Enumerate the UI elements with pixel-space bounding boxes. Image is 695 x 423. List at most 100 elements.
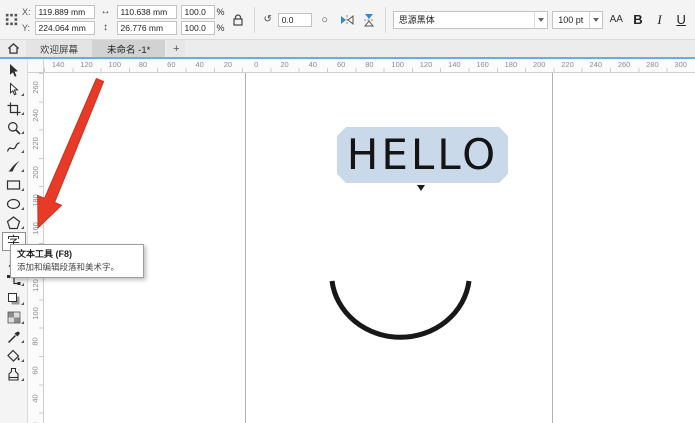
rotate-icon: ↺ xyxy=(262,13,274,27)
font-size-value: 100 pt xyxy=(558,15,589,25)
rotation-angle-input[interactable] xyxy=(278,13,312,27)
ruler-number: 60 xyxy=(327,59,355,72)
ruler-number: 40 xyxy=(185,59,213,72)
paint-bucket-icon xyxy=(6,349,21,363)
mirror-vertical-button[interactable] xyxy=(360,11,378,29)
italic-button[interactable]: I xyxy=(651,10,669,30)
position-labels: X: Y: xyxy=(22,5,31,35)
ruler-number-slot: 260 xyxy=(28,73,43,101)
font-family-combo[interactable]: 思源黑体 xyxy=(393,11,548,29)
ruler-number-slot: 200 xyxy=(28,158,43,186)
interactive-fill-tool[interactable] xyxy=(2,346,26,365)
crop-tool[interactable] xyxy=(2,99,26,118)
ruler-number-slot: 180 xyxy=(28,186,43,214)
freehand-tool[interactable] xyxy=(2,137,26,156)
ruler-corner[interactable] xyxy=(28,59,44,73)
rectangle-tool[interactable] xyxy=(2,175,26,194)
text-properties-button[interactable]: AA xyxy=(607,10,625,30)
ellipse-icon xyxy=(6,197,21,211)
y-label: Y: xyxy=(22,21,31,35)
ruler-number: 140 xyxy=(44,59,72,72)
home-button[interactable] xyxy=(0,40,26,57)
brush-stroke-icon xyxy=(7,159,21,173)
property-bar: X: Y: ↔ ↕ % % xyxy=(0,0,695,40)
scale-horizontal-input[interactable] xyxy=(181,5,215,19)
ruler-number: 280 xyxy=(638,59,666,72)
y-position-input[interactable] xyxy=(35,21,95,35)
tab-label: 未命名 -1* xyxy=(107,42,150,56)
x-position-input[interactable] xyxy=(35,5,95,19)
tab-welcome-screen[interactable]: 欢迎屏幕 xyxy=(26,40,93,57)
ruler-number: 180 xyxy=(497,59,525,72)
rotation-center-button[interactable]: ○ xyxy=(316,11,334,29)
underline-button[interactable]: U xyxy=(672,10,690,30)
artistic-media-tool[interactable] xyxy=(2,156,26,175)
chevron-down-icon xyxy=(589,12,602,28)
ruler-number-slot: 100 xyxy=(28,299,43,327)
object-width-input[interactable] xyxy=(117,5,177,19)
tab-untitled-document[interactable]: 未命名 -1* xyxy=(93,40,165,57)
ruler-number: 20 xyxy=(270,59,298,72)
tooltip-description: 添加和编辑段落和美术字。 xyxy=(17,261,137,273)
ruler-number: 160 xyxy=(31,222,40,235)
pick-cursor-icon xyxy=(7,63,21,78)
font-size-combo[interactable]: 100 pt xyxy=(552,11,603,29)
transparency-tool[interactable] xyxy=(2,308,26,327)
object-height-input[interactable] xyxy=(117,21,177,35)
ruler-number: 200 xyxy=(31,166,40,179)
ellipse-tool[interactable] xyxy=(2,194,26,213)
ruler-number: 60 xyxy=(31,366,40,374)
bold-button[interactable]: B xyxy=(629,10,647,30)
text-tool-tooltip: 文本工具 (F8) 添加和编辑段落和美术字。 xyxy=(10,244,144,278)
lock-ratio-button[interactable] xyxy=(229,11,247,29)
zoom-tool[interactable] xyxy=(2,118,26,137)
ruler-number: 240 xyxy=(582,59,610,72)
coreldraw-window: X: Y: ↔ ↕ % % xyxy=(0,0,695,423)
ink-bottle-icon xyxy=(6,367,21,382)
object-width-icon: ↔ xyxy=(99,5,113,19)
ruler-number: 260 xyxy=(31,81,40,94)
tab-label: 欢迎屏幕 xyxy=(40,42,78,56)
mirror-horizontal-button[interactable] xyxy=(338,11,356,29)
ruler-number: 80 xyxy=(129,59,157,72)
object-height-icon: ↕ xyxy=(99,21,113,35)
shadow-icon xyxy=(7,292,21,306)
ruler-number: 120 xyxy=(72,59,100,72)
new-document-tab-button[interactable]: + xyxy=(167,40,185,57)
ruler-number: 40 xyxy=(31,394,40,402)
x-label: X: xyxy=(22,5,31,19)
ruler-number: 200 xyxy=(525,59,553,72)
ruler-number-slot: 220 xyxy=(28,130,43,158)
percent-label: % xyxy=(217,23,225,33)
ruler-number: 120 xyxy=(31,279,40,292)
font-family-value: 思源黑体 xyxy=(399,13,534,26)
ruler-number: 220 xyxy=(553,59,581,72)
curve-icon xyxy=(6,140,21,154)
smart-fill-tool[interactable] xyxy=(2,365,26,384)
eyedropper-tool[interactable] xyxy=(2,327,26,346)
drop-shadow-tool[interactable] xyxy=(2,289,26,308)
polygon-tool[interactable] xyxy=(2,213,26,232)
object-position-icon xyxy=(5,12,18,27)
percent-label: % xyxy=(217,7,225,17)
home-icon xyxy=(7,42,20,55)
chevron-down-icon xyxy=(534,12,547,28)
ruler-number: 60 xyxy=(157,59,185,72)
ruler-number: 180 xyxy=(31,194,40,207)
mirror-vertical-icon xyxy=(363,13,375,27)
ruler-number: 0 xyxy=(242,59,270,72)
shape-tool[interactable] xyxy=(2,80,26,99)
ruler-number: 20 xyxy=(214,59,242,72)
ruler-number: 80 xyxy=(31,338,40,346)
ruler-number-slot: 40 xyxy=(28,384,43,412)
ruler-number: 160 xyxy=(468,59,496,72)
horizontal-ruler[interactable]: 1401201008060402002040608010012014016018… xyxy=(44,59,695,73)
ruler-number: 220 xyxy=(31,137,40,150)
ruler-number: 80 xyxy=(355,59,383,72)
ruler-number-slot: 60 xyxy=(28,356,43,384)
separator xyxy=(254,7,255,33)
separator xyxy=(385,7,386,33)
pick-tool[interactable] xyxy=(2,61,26,80)
tooltip-title: 文本工具 (F8) xyxy=(17,248,137,261)
scale-vertical-input[interactable] xyxy=(181,21,215,35)
